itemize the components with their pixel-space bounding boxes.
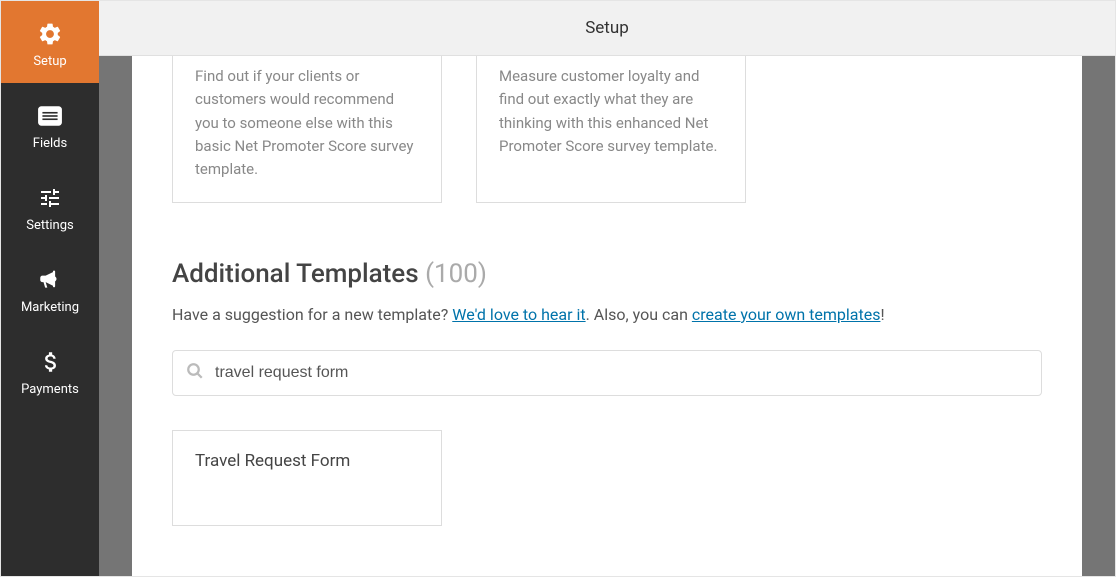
main-content: Find out if your clients or customers wo… — [132, 56, 1082, 576]
sidebar-item-label: Settings — [26, 218, 73, 233]
template-card-desc: Measure customer loyalty and find out ex… — [499, 65, 723, 158]
subtext-part: . Also, you can — [586, 305, 692, 324]
feedback-link[interactable]: We'd love to hear it — [452, 305, 585, 324]
sidebar-item-payments[interactable]: Payments — [1, 329, 99, 411]
template-result-card[interactable]: Travel Request Form — [172, 430, 442, 526]
gear-icon — [36, 20, 64, 48]
bullhorn-icon — [36, 266, 64, 294]
section-heading: Additional Templates (100) — [172, 259, 1042, 289]
result-title: Travel Request Form — [195, 451, 419, 471]
sidebar-item-fields[interactable]: Fields — [1, 83, 99, 165]
sidebar: Setup Fields Settings Marketing Payments — [1, 1, 99, 576]
template-card[interactable]: Find out if your clients or customers wo… — [172, 56, 442, 203]
sidebar-item-label: Payments — [21, 382, 79, 397]
dollar-icon — [36, 348, 64, 376]
section-subtext: Have a suggestion for a new template? We… — [172, 305, 1042, 324]
section-title-text: Additional Templates — [172, 259, 419, 289]
create-templates-link[interactable]: create your own templates — [692, 305, 881, 324]
sliders-icon — [36, 184, 64, 212]
right-gutter — [1082, 56, 1115, 576]
search-icon — [186, 362, 204, 384]
sidebar-item-label: Setup — [33, 54, 66, 69]
subtext-part: ! — [880, 305, 884, 324]
page-title: Setup — [585, 18, 629, 38]
sidebar-item-label: Fields — [33, 136, 67, 151]
template-card-desc: Find out if your clients or customers wo… — [195, 65, 419, 181]
sidebar-item-setup[interactable]: Setup — [1, 1, 99, 83]
sidebar-item-label: Marketing — [21, 300, 79, 315]
left-gutter — [99, 56, 132, 576]
list-icon — [36, 102, 64, 130]
section-count: (100) — [425, 259, 487, 289]
subtext-part: Have a suggestion for a new template? — [172, 305, 452, 324]
template-search-input[interactable] — [172, 350, 1042, 396]
sidebar-item-marketing[interactable]: Marketing — [1, 247, 99, 329]
template-card[interactable]: Measure customer loyalty and find out ex… — [476, 56, 746, 203]
sidebar-item-settings[interactable]: Settings — [1, 165, 99, 247]
page-header: Setup — [99, 1, 1115, 56]
